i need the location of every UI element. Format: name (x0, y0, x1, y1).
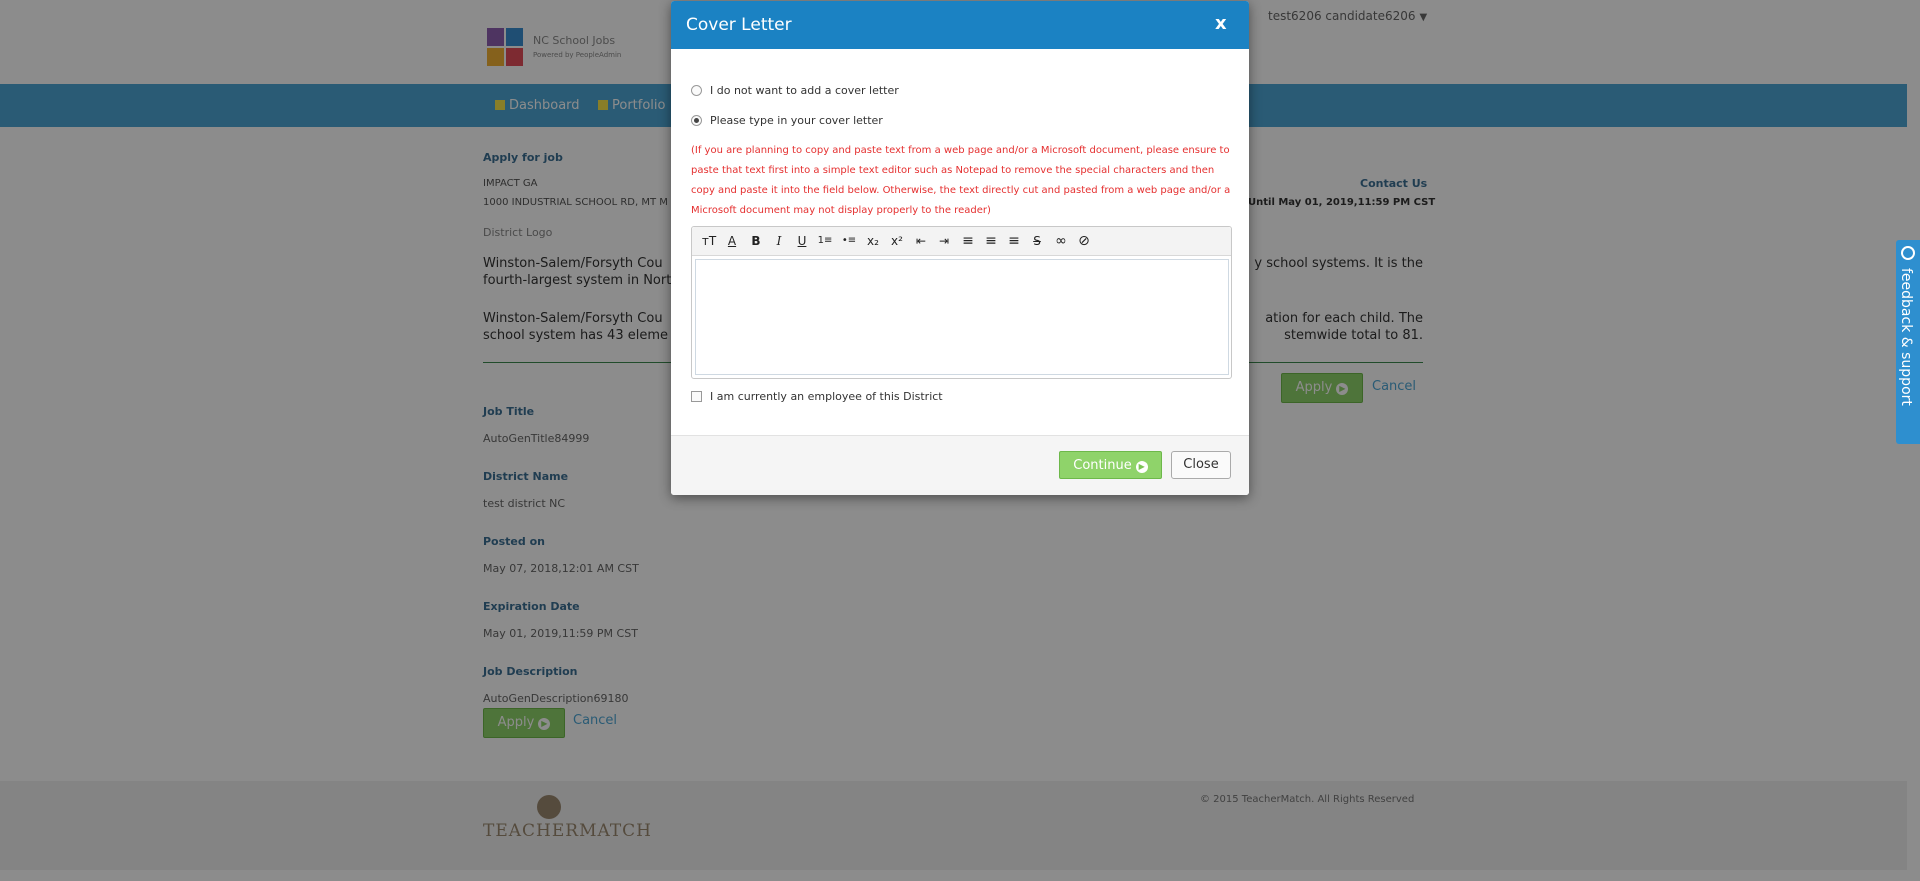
feedback-support-tab[interactable]: feedback & support (1896, 240, 1920, 444)
paste-warning-text: (If you are planning to copy and paste t… (691, 145, 1231, 216)
editor-toolbar: тT A B I U 1≡ •≡ x₂ x² ⇤ ⇥ ≡ ≡ ≡ S ∞ ⊘ (692, 227, 1231, 256)
underline-icon[interactable]: U (794, 232, 810, 250)
ordered-list-icon[interactable]: 1≡ (816, 232, 834, 250)
no-cover-letter-radio[interactable] (691, 85, 702, 96)
close-button[interactable]: Close (1171, 451, 1231, 479)
cover-letter-text-area[interactable] (695, 259, 1229, 375)
employee-checkbox-label: I am currently an employee of this Distr… (710, 390, 943, 403)
align-left-icon[interactable]: ≡ (959, 232, 977, 250)
dialog-header: Cover Letter x (671, 1, 1249, 49)
font-color-icon[interactable]: A (722, 232, 742, 250)
strikethrough-icon[interactable]: S (1029, 232, 1045, 250)
align-center-icon[interactable]: ≡ (982, 232, 1000, 250)
unordered-list-icon[interactable]: •≡ (840, 232, 858, 250)
superscript-icon[interactable]: x² (888, 232, 906, 250)
employee-checkbox[interactable] (691, 391, 702, 402)
dialog-footer: Continue ▶ Close (671, 435, 1249, 495)
no-cover-letter-label: I do not want to add a cover letter (710, 84, 899, 97)
align-right-icon[interactable]: ≡ (1005, 232, 1023, 250)
megaphone-icon (1901, 246, 1915, 260)
subscript-icon[interactable]: x₂ (864, 232, 882, 250)
arrow-right-icon: ▶ (1135, 461, 1148, 473)
italic-icon[interactable]: I (771, 232, 787, 250)
continue-button[interactable]: Continue ▶ (1059, 451, 1162, 479)
type-cover-letter-radio[interactable] (691, 115, 702, 126)
font-size-icon[interactable]: тT (698, 232, 720, 250)
type-cover-letter-option[interactable]: Please type in your cover letter (691, 114, 883, 127)
no-cover-letter-option[interactable]: I do not want to add a cover letter (691, 84, 899, 97)
outdent-icon[interactable]: ⇤ (912, 232, 930, 250)
continue-label: Continue (1073, 458, 1132, 473)
bold-icon[interactable]: B (748, 232, 764, 250)
close-icon[interactable]: x (1215, 13, 1227, 34)
employee-checkbox-row[interactable]: I am currently an employee of this Distr… (691, 390, 943, 403)
cover-letter-dialog: Cover Letter x I do not want to add a co… (671, 1, 1249, 495)
cover-letter-editor: тT A B I U 1≡ •≡ x₂ x² ⇤ ⇥ ≡ ≡ ≡ S ∞ ⊘ (691, 226, 1232, 379)
unlink-icon[interactable]: ⊘ (1075, 232, 1093, 250)
type-cover-letter-label: Please type in your cover letter (710, 114, 883, 127)
feedback-label: feedback & support (1898, 268, 1914, 406)
dialog-title: Cover Letter (686, 15, 792, 35)
link-icon[interactable]: ∞ (1052, 232, 1070, 250)
indent-icon[interactable]: ⇥ (935, 232, 953, 250)
